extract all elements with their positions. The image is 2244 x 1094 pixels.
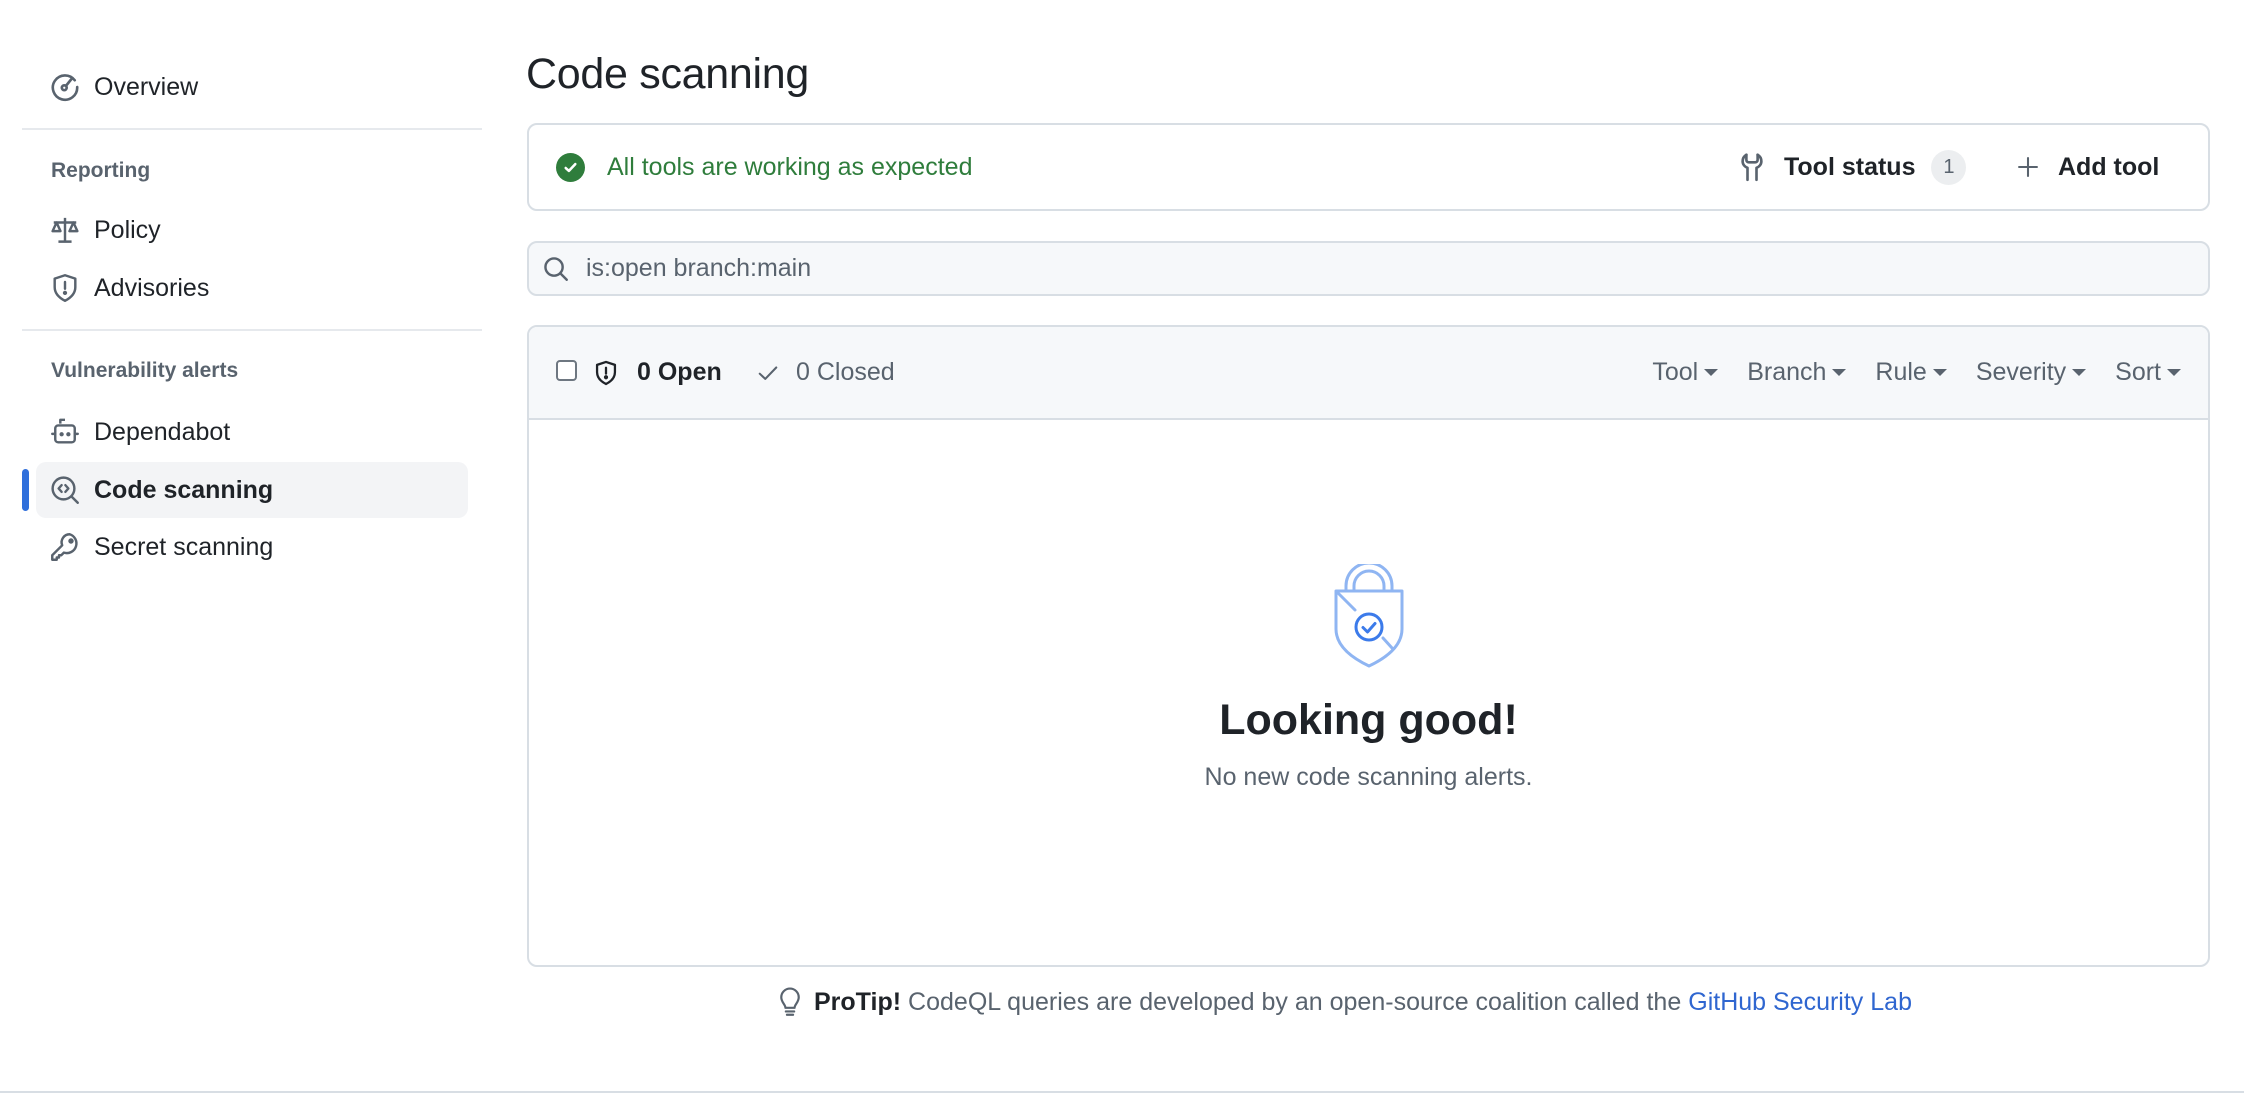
sidebar-item-secret-scanning[interactable]: Secret scanning — [36, 519, 468, 575]
closed-alerts-label: 0 Closed — [796, 358, 895, 386]
alerts-search[interactable] — [527, 241, 2210, 296]
page-divider — [0, 1091, 2244, 1093]
filter-tool[interactable]: Tool — [1652, 358, 1719, 387]
filter-label: Rule — [1875, 358, 1927, 386]
sidebar-item-label: Dependabot — [94, 417, 231, 446]
sidebar-item-code-scanning[interactable]: Code scanning — [36, 462, 468, 518]
check-circle-icon — [556, 152, 585, 182]
caret-down-icon — [1832, 369, 1847, 376]
law-icon — [50, 215, 80, 245]
filter-sort[interactable]: Sort — [2115, 358, 2181, 387]
select-all-checkbox[interactable] — [556, 360, 577, 381]
search-icon — [543, 256, 569, 282]
empty-state: Looking good! No new code scanning alert… — [529, 420, 2208, 965]
search-input[interactable] — [586, 254, 2086, 283]
sidebar-heading-reporting: Reporting — [51, 159, 151, 182]
shield-lock-check-icon — [1334, 564, 1403, 668]
tools-status-panel: All tools are working as expected Tool s… — [527, 123, 2210, 211]
tool-status-label: Tool status — [1784, 152, 1916, 181]
caret-down-icon — [2167, 369, 2181, 376]
closed-alerts-tab[interactable]: 0 Closed — [757, 327, 895, 418]
protip-label: ProTip! — [814, 987, 902, 1016]
add-tool-button[interactable]: Add tool — [2017, 125, 2159, 209]
sidebar-item-policy[interactable]: Policy — [36, 202, 468, 258]
filter-branch[interactable]: Branch — [1747, 358, 1847, 387]
filter-label: Sort — [2115, 358, 2161, 386]
sidebar-item-label: Advisories — [94, 273, 210, 302]
key-icon — [50, 532, 80, 562]
sidebar-divider — [22, 329, 482, 331]
open-alerts-label: 0 Open — [637, 358, 722, 386]
sidebar-divider — [22, 128, 482, 130]
alerts-header: 0 Open 0 Closed Tool Branch Rule Severit… — [529, 327, 2208, 420]
check-icon — [757, 362, 779, 384]
sidebar-item-dependabot[interactable]: Dependabot — [36, 404, 468, 460]
filter-bar: Tool Branch Rule Severity Sort — [1623, 327, 2181, 418]
alerts-panel: 0 Open 0 Closed Tool Branch Rule Severit… — [527, 325, 2210, 967]
filter-label: Severity — [1975, 358, 2067, 386]
empty-state-title: Looking good! — [1219, 696, 1518, 744]
filter-severity[interactable]: Severity — [1975, 358, 2087, 387]
page-title: Code scanning — [526, 50, 809, 98]
sidebar-item-label: Policy — [94, 215, 161, 244]
empty-state-subtitle: No new code scanning alerts. — [1204, 763, 1533, 791]
protip: ProTip! CodeQL queries are developed by … — [780, 984, 1912, 1020]
shield-alert-icon — [593, 359, 619, 387]
sidebar-item-overview[interactable]: Overview — [36, 59, 468, 115]
sidebar-item-label: Overview — [94, 72, 199, 101]
tools-status-text: All tools are working as expected — [607, 152, 973, 181]
dependabot-icon — [50, 417, 80, 447]
tool-status-button[interactable]: Tool status 1 — [1740, 125, 1967, 209]
sidebar-heading-vulnerability-alerts: Vulnerability alerts — [51, 359, 239, 382]
light-bulb-icon — [780, 987, 800, 1017]
open-alerts-tab[interactable]: 0 Open — [593, 327, 722, 418]
add-tool-label: Add tool — [2058, 152, 2160, 181]
sidebar-item-label: Code scanning — [94, 475, 274, 504]
tools-icon — [1740, 152, 1764, 182]
filter-label: Branch — [1747, 358, 1827, 386]
tool-status-count-badge: 1 — [1931, 149, 1967, 185]
filter-rule[interactable]: Rule — [1875, 358, 1947, 387]
shield-alert-icon — [50, 273, 80, 303]
caret-down-icon — [1932, 369, 1947, 376]
plus-icon — [2017, 156, 2039, 178]
codescan-icon — [50, 475, 80, 505]
filter-label: Tool — [1652, 358, 1699, 386]
active-indicator — [22, 469, 29, 511]
sidebar-item-advisories[interactable]: Advisories — [36, 260, 468, 316]
protip-text: CodeQL queries are developed by an open-… — [908, 987, 1682, 1016]
caret-down-icon — [2072, 369, 2087, 376]
meter-icon — [50, 72, 80, 102]
tools-status: All tools are working as expected — [556, 125, 972, 209]
github-security-lab-link[interactable]: GitHub Security Lab — [1688, 988, 1912, 1017]
sidebar: Overview Reporting Policy Advisories Vul… — [0, 0, 490, 1094]
sidebar-item-label: Secret scanning — [94, 532, 274, 561]
caret-down-icon — [1704, 369, 1719, 376]
